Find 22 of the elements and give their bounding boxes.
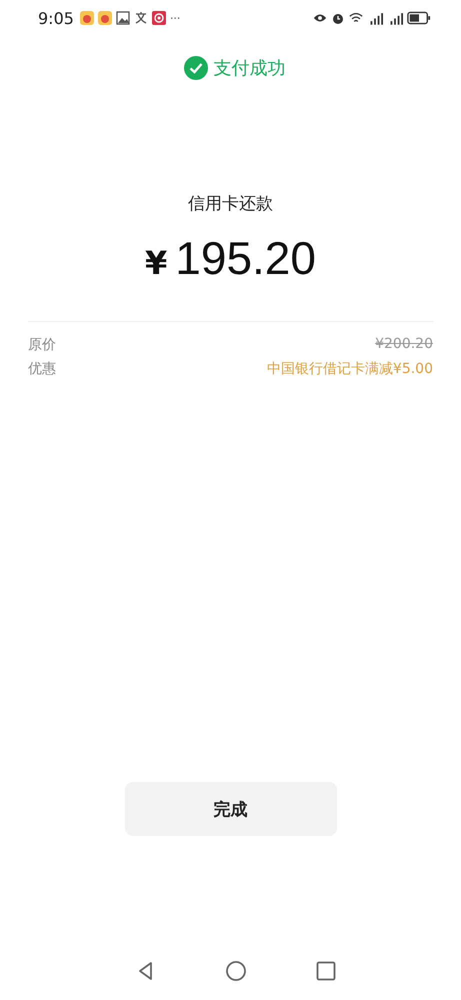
- check-circle-icon: [184, 56, 208, 80]
- wifi-icon: [349, 11, 363, 25]
- detail-label: 原价: [28, 336, 56, 354]
- home-icon[interactable]: [226, 961, 246, 981]
- app-notification-icon: [98, 11, 112, 25]
- payment-title: 信用卡还款: [187, 193, 274, 215]
- alarm-icon: [331, 11, 345, 25]
- detail-value: ¥200.20: [375, 336, 433, 354]
- done-button[interactable]: 完成: [124, 782, 336, 836]
- payment-status: 支付成功: [214, 57, 286, 80]
- target-app-icon: [152, 11, 166, 25]
- image-icon: [116, 11, 130, 25]
- translate-icon: [134, 11, 148, 25]
- status-time: 9:05: [38, 8, 74, 28]
- payment-amount: 195.20: [175, 231, 316, 285]
- currency-symbol: ¥: [145, 244, 168, 282]
- recents-icon[interactable]: [316, 961, 336, 981]
- app-notification-icon: [80, 11, 94, 25]
- battery-icon: [407, 11, 431, 25]
- detail-label: 优惠: [28, 360, 56, 378]
- detail-value: 中国银行借记卡满减¥5.00: [266, 360, 433, 378]
- more-notifications: ···: [170, 12, 180, 24]
